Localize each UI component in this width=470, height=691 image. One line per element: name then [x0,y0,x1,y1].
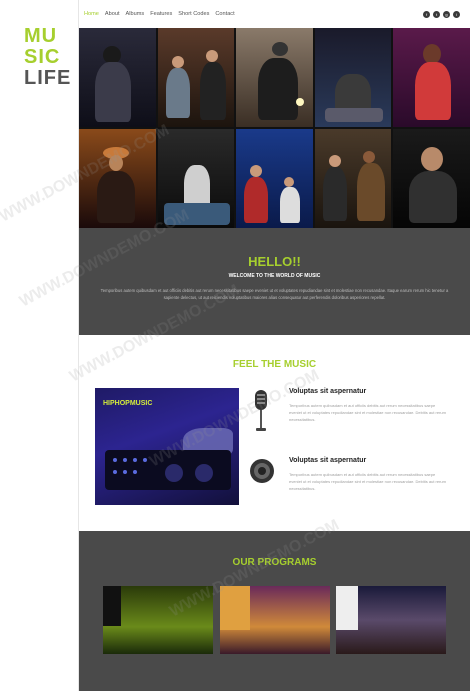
logo-line-2: SIC [24,46,61,68]
hiphop-music-image[interactable]: HIPHOPMUSIC [95,388,239,505]
logo-line-1: MU [24,25,58,47]
nav-albums[interactable]: Albums [126,11,145,17]
hiphop-label: HIPHOPMUSIC [103,400,153,407]
nav-links: Home About Albums Features Short Codes C… [84,11,235,17]
concert-photo[interactable] [393,129,470,228]
microphone-icon [249,388,273,434]
concert-photo[interactable] [79,129,156,228]
dj-mixer [105,450,231,490]
brand-column: MU SIC LIFE [0,0,79,691]
concert-photo[interactable] [236,129,313,228]
concert-photo[interactable] [393,28,470,127]
programs-title: OUR PROGRAMS [232,557,317,568]
speaker-icon [249,457,274,503]
hello-title: HELLO!! [248,254,301,269]
page: MU SIC LIFE Home About Albums Features S… [0,0,470,691]
feature-title: Voluptas sit aspernatur [289,457,367,464]
facebook-icon[interactable]: f [423,10,430,18]
hello-section: HELLO!! WELCOME TO THE WORLD OF MUSIC Te… [79,228,470,335]
site-logo[interactable]: MU SIC LIFE [24,26,71,89]
nav-about[interactable]: About [105,11,120,17]
concert-photo[interactable] [314,28,392,127]
hello-body: Temporibus autem quibusdam et aut offici… [100,288,449,300]
feel-the-music-section: FEEL THE MUSIC HIPHOPMUSIC Voluptas sit [79,335,470,531]
nav-features[interactable]: Features [150,11,172,17]
program-image[interactable] [336,586,446,654]
feature-text: Temporibus autem quibusdam et aut offici… [289,472,446,491]
google-plus-icon[interactable]: g [443,10,450,18]
program-image[interactable] [220,586,330,654]
nav-short-codes[interactable]: Short Codes [178,11,209,17]
our-programs-section: OUR PROGRAMS [79,531,470,691]
top-nav: Home About Albums Features Short Codes C… [79,0,470,28]
program-image[interactable] [103,586,213,654]
logo-line-3: LIFE [24,67,72,89]
concert-photo[interactable] [157,28,235,127]
concert-photo[interactable] [236,28,313,127]
social-links: f t g i [423,10,460,18]
feature-title: Voluptas sit aspernatur [289,388,367,395]
nav-contact[interactable]: Contact [215,11,234,17]
nav-home[interactable]: Home [84,11,99,17]
hello-subtitle: WELCOME TO THE WORLD OF MUSIC [228,273,321,279]
feel-title: FEEL THE MUSIC [232,359,317,370]
instagram-icon[interactable]: i [453,10,460,18]
concert-photo-grid [79,28,470,228]
twitter-icon[interactable]: t [433,10,440,18]
concert-photo[interactable] [157,129,235,228]
concert-photo[interactable] [79,28,156,127]
feature-text: Temporibus autem quibusdam et aut offici… [289,403,446,422]
concert-photo[interactable] [314,129,392,228]
